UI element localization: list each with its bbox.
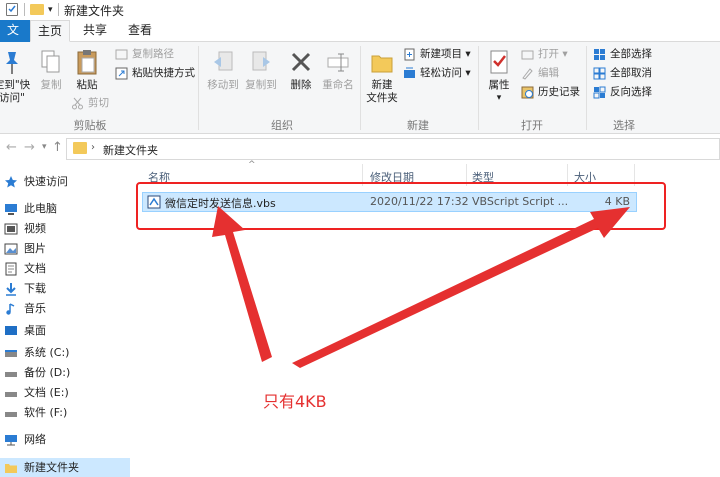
annotation-text: 只有4KB (263, 392, 327, 411)
right-arrow-icon (292, 207, 630, 368)
annotation-arrows (212, 206, 630, 368)
left-arrow-icon (212, 206, 272, 362)
